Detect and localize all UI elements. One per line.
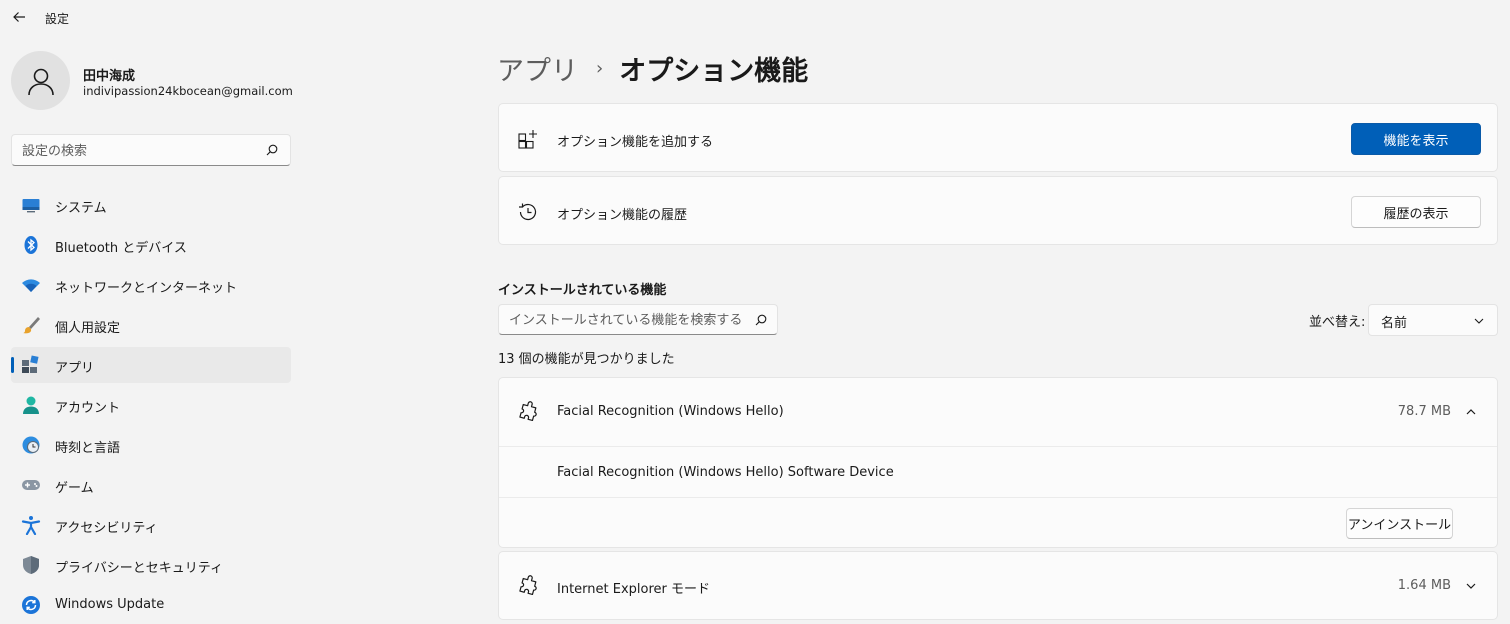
avatar[interactable] bbox=[11, 51, 70, 110]
feature-search-input[interactable] bbox=[509, 310, 749, 330]
sidebar-item-windows-update[interactable]: Windows Update bbox=[11, 587, 291, 623]
sidebar-item-label: Windows Update bbox=[55, 597, 165, 612]
active-indicator bbox=[11, 357, 14, 373]
sidebar-item-label: 時刻と言語 bbox=[55, 441, 121, 456]
view-features-button[interactable]: 機能を表示 bbox=[1351, 123, 1481, 155]
puzzle-icon bbox=[519, 575, 537, 596]
monitor-icon bbox=[21, 195, 41, 215]
sidebar-item-label: システム bbox=[55, 201, 107, 216]
puzzle-icon bbox=[519, 401, 537, 422]
person-icon bbox=[21, 395, 41, 415]
feature-count: 13 個の機能が見つかりました bbox=[498, 352, 675, 367]
sidebar-item-privacy[interactable]: プライバシーとセキュリティ bbox=[11, 547, 291, 583]
sidebar-item-label: ネットワークとインターネット bbox=[55, 281, 238, 296]
shield-icon bbox=[21, 555, 41, 575]
sort-label: 並べ替え: bbox=[1309, 315, 1366, 330]
settings-search[interactable] bbox=[11, 134, 291, 166]
sidebar-item-label: プライバシーとセキュリティ bbox=[55, 561, 223, 576]
collapse-button[interactable] bbox=[1461, 402, 1481, 422]
apps-icon bbox=[21, 355, 41, 375]
history-label: オプション機能の履歴 bbox=[557, 208, 688, 223]
sort-dropdown[interactable]: 名前 bbox=[1368, 304, 1498, 336]
update-icon bbox=[21, 595, 41, 615]
sidebar-item-label: アカウント bbox=[55, 401, 121, 416]
history-card: オプション機能の履歴 履歴の表示 bbox=[498, 176, 1498, 245]
sidebar-item-bluetooth[interactable]: Bluetooth とデバイス bbox=[11, 227, 291, 263]
feature-detail-text: Facial Recognition (Windows Hello) Softw… bbox=[557, 465, 894, 480]
globe-clock-icon bbox=[21, 435, 41, 455]
search-icon[interactable] bbox=[755, 314, 767, 326]
feature-name: Internet Explorer モード bbox=[557, 582, 711, 597]
sidebar-nav: システム Bluetooth とデバイス ネットワークとインターネット 個人用設… bbox=[11, 187, 291, 624]
breadcrumb: アプリ › オプション機能 bbox=[497, 48, 808, 88]
person-icon bbox=[27, 68, 54, 95]
feature-item: Internet Explorer モード 1.64 MB bbox=[498, 551, 1498, 620]
view-history-button[interactable]: 履歴の表示 bbox=[1351, 196, 1481, 228]
sidebar-item-label: アプリ bbox=[55, 361, 95, 376]
feature-actions: アンインストール bbox=[499, 497, 1497, 547]
breadcrumb-separator: › bbox=[596, 57, 604, 79]
feature-detail: Facial Recognition (Windows Hello) Softw… bbox=[499, 446, 1497, 497]
add-feature-label: オプション機能を追加する bbox=[557, 135, 714, 150]
feature-header[interactable]: Internet Explorer モード 1.64 MB bbox=[499, 552, 1497, 620]
chevron-up-icon bbox=[1466, 409, 1476, 415]
sidebar-item-accessibility[interactable]: アクセシビリティ bbox=[11, 507, 291, 543]
add-feature-card: オプション機能を追加する 機能を表示 bbox=[498, 103, 1498, 172]
sidebar-item-apps[interactable]: アプリ bbox=[11, 347, 291, 383]
gamepad-icon bbox=[21, 475, 41, 495]
sidebar-item-label: ゲーム bbox=[55, 481, 94, 496]
sidebar-item-label: アクセシビリティ bbox=[55, 521, 158, 536]
add-apps-icon bbox=[517, 128, 539, 150]
sidebar-item-gaming[interactable]: ゲーム bbox=[11, 467, 291, 503]
settings-search-input[interactable] bbox=[22, 141, 252, 161]
user-name: 田中海成 bbox=[83, 69, 136, 84]
sidebar-item-time-language[interactable]: 時刻と言語 bbox=[11, 427, 291, 463]
sidebar-item-system[interactable]: システム bbox=[11, 187, 291, 223]
title-bar: 設定 bbox=[0, 0, 1510, 34]
window-title: 設定 bbox=[45, 12, 70, 26]
feature-name: Facial Recognition (Windows Hello) bbox=[557, 404, 784, 419]
installed-features-title: インストールされている機能 bbox=[498, 283, 667, 298]
chevron-down-icon bbox=[1474, 318, 1484, 324]
user-email: indivipassion24kbocean@gmail.com bbox=[83, 84, 293, 98]
sidebar-item-label: 個人用設定 bbox=[55, 321, 121, 336]
search-icon[interactable] bbox=[266, 144, 278, 156]
history-icon bbox=[517, 201, 539, 223]
sort-value: 名前 bbox=[1381, 316, 1408, 331]
sidebar-item-accounts[interactable]: アカウント bbox=[11, 387, 291, 423]
feature-item: Facial Recognition (Windows Hello) 78.7 … bbox=[498, 377, 1498, 548]
breadcrumb-parent[interactable]: アプリ bbox=[497, 49, 578, 88]
sidebar-item-label: Bluetooth とデバイス bbox=[55, 241, 187, 256]
sidebar-item-network[interactable]: ネットワークとインターネット bbox=[11, 267, 291, 303]
feature-size: 78.7 MB bbox=[1397, 404, 1451, 419]
bluetooth-icon bbox=[21, 235, 41, 255]
feature-search[interactable] bbox=[498, 304, 778, 335]
chevron-down-icon bbox=[1466, 583, 1476, 589]
uninstall-button[interactable]: アンインストール bbox=[1346, 508, 1453, 539]
sidebar-item-personalization[interactable]: 個人用設定 bbox=[11, 307, 291, 343]
expand-button[interactable] bbox=[1461, 576, 1481, 596]
wifi-icon bbox=[21, 275, 41, 295]
feature-size: 1.64 MB bbox=[1397, 578, 1451, 593]
page-title: オプション機能 bbox=[619, 55, 809, 87]
accessibility-icon bbox=[21, 515, 41, 535]
back-button[interactable] bbox=[8, 6, 30, 28]
brush-icon bbox=[21, 315, 41, 335]
feature-header[interactable]: Facial Recognition (Windows Hello) 78.7 … bbox=[499, 378, 1497, 446]
back-arrow-icon bbox=[13, 12, 25, 22]
